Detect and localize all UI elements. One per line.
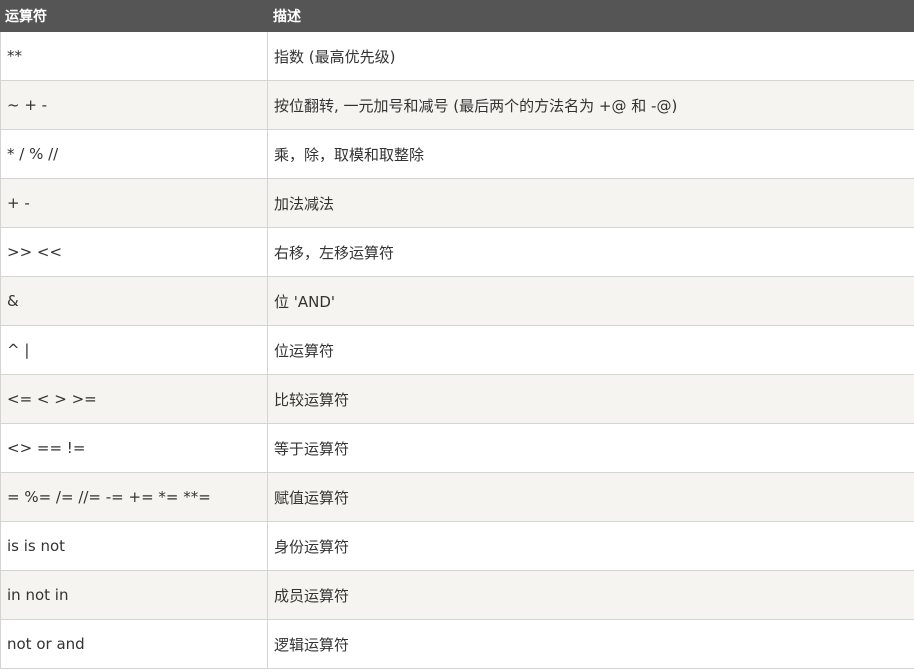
operator-cell: = %= /= //= -= += *= **= (0, 472, 268, 522)
description-cell: 赋值运算符 (267, 472, 914, 522)
operator-cell: ^ | (0, 325, 268, 375)
table-row: >> << 右移，左移运算符 (0, 227, 914, 277)
table-row: in not in 成员运算符 (0, 570, 914, 620)
description-cell: 右移，左移运算符 (267, 227, 914, 277)
description-cell: 位运算符 (267, 325, 914, 375)
table-row: not or and 逻辑运算符 (0, 619, 914, 669)
operator-precedence-table: 运算符 描述 ** 指数 (最高优先级) ~ + - 按位翻转, 一元加号和减号… (0, 0, 914, 669)
table-row: = %= /= //= -= += *= **= 赋值运算符 (0, 472, 914, 522)
description-cell: 按位翻转, 一元加号和减号 (最后两个的方法名为 +@ 和 -@) (267, 80, 914, 130)
operator-cell: <> == != (0, 423, 268, 473)
description-cell: 比较运算符 (267, 374, 914, 424)
table-header: 运算符 描述 (0, 0, 914, 32)
operator-cell: <= < > >= (0, 374, 268, 424)
table-row: <= < > >= 比较运算符 (0, 374, 914, 424)
description-cell: 乘，除，取模和取整除 (267, 129, 914, 179)
description-cell: 指数 (最高优先级) (267, 31, 914, 81)
description-cell: 成员运算符 (267, 570, 914, 620)
column-header-description: 描述 (267, 0, 914, 32)
table-row: * / % // 乘，除，取模和取整除 (0, 129, 914, 179)
table-row: & 位 'AND' (0, 276, 914, 326)
table-row: ~ + - 按位翻转, 一元加号和减号 (最后两个的方法名为 +@ 和 -@) (0, 80, 914, 130)
table-body: ** 指数 (最高优先级) ~ + - 按位翻转, 一元加号和减号 (最后两个的… (0, 31, 914, 669)
table-row: ** 指数 (最高优先级) (0, 31, 914, 81)
operator-cell: ~ + - (0, 80, 268, 130)
description-cell: 位 'AND' (267, 276, 914, 326)
description-cell: 加法减法 (267, 178, 914, 228)
operator-cell: & (0, 276, 268, 326)
description-cell: 等于运算符 (267, 423, 914, 473)
operator-cell: + - (0, 178, 268, 228)
description-cell: 身份运算符 (267, 521, 914, 571)
header-row: 运算符 描述 (0, 0, 914, 32)
operator-cell: >> << (0, 227, 268, 277)
operator-cell: is is not (0, 521, 268, 571)
table-row: is is not 身份运算符 (0, 521, 914, 571)
table-row: + - 加法减法 (0, 178, 914, 228)
description-cell: 逻辑运算符 (267, 619, 914, 669)
table-row: ^ | 位运算符 (0, 325, 914, 375)
column-header-operator: 运算符 (0, 0, 268, 32)
operator-cell: in not in (0, 570, 268, 620)
operator-cell: not or and (0, 619, 268, 669)
operator-cell: ** (0, 31, 268, 81)
table-row: <> == != 等于运算符 (0, 423, 914, 473)
operator-cell: * / % // (0, 129, 268, 179)
